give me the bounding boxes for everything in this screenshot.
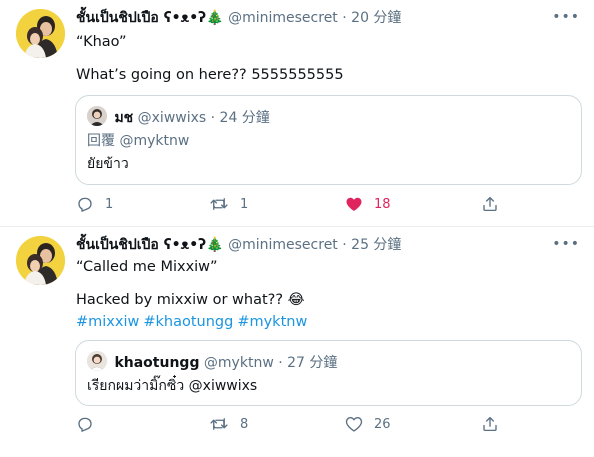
like-icon (345, 417, 363, 432)
quote-header: มช @xiwwixs · 24 分鐘 (87, 106, 270, 127)
share-icon (483, 196, 497, 212)
quote-avatar (87, 351, 107, 371)
avatar[interactable] (16, 236, 65, 285)
avatar[interactable] (16, 9, 65, 58)
quote-author-name: khaotungg (114, 355, 200, 371)
like-button[interactable]: 18 (345, 195, 391, 213)
tweet[interactable]: ชั้นเป็นชิปเปือ ʕ•ᴥ•ʔ🎄 @minimesecret · 2… (0, 0, 594, 227)
tweet-text-line: What’s going on here?? 5555555555 (76, 67, 344, 83)
author-name[interactable]: ชั้นเป็นชิปเปือ ʕ•ᴥ•ʔ🎄 (76, 237, 224, 253)
separator: · (278, 355, 283, 371)
author-handle[interactable]: @minimesecret (228, 10, 338, 26)
quote-header: khaotungg @myktnw · 27 分鐘 (87, 351, 337, 372)
tweet[interactable]: ชั้นเป็นชิปเปือ ʕ•ᴥ•ʔ🎄 @minimesecret · 2… (0, 227, 594, 457)
retweet-count: 1 (240, 196, 249, 212)
quote-author-name: มช (114, 110, 134, 126)
hashtag-link[interactable]: #khaotungg (143, 314, 233, 330)
quote-timestamp: 24 分鐘 (219, 110, 270, 126)
more-icon[interactable]: ••• (552, 235, 580, 253)
tweet-header: ชั้นเป็นชิปเปือ ʕ•ᴥ•ʔ🎄 @minimesecret · 2… (76, 9, 401, 27)
quote-author-handle: @xiwwixs (137, 110, 207, 126)
quote-avatar (87, 106, 107, 126)
share-button[interactable] (481, 415, 499, 433)
tweet-actions: 8 26 (76, 415, 506, 435)
retweet-icon (210, 418, 228, 430)
reply-icon (78, 197, 92, 212)
hashtag-link[interactable]: #mixxiw (76, 314, 139, 330)
tweet-actions: 1 1 18 (76, 195, 506, 215)
retweet-button[interactable]: 8 (209, 415, 248, 433)
separator: · (342, 237, 347, 253)
author-name[interactable]: ชั้นเป็นชิปเปือ ʕ•ᴥ•ʔ🎄 (76, 10, 224, 26)
more-icon[interactable]: ••• (552, 8, 580, 26)
like-count: 26 (374, 416, 391, 432)
share-icon (483, 416, 497, 432)
separator: · (342, 10, 347, 26)
retweet-count: 8 (240, 416, 249, 432)
reply-count: 1 (105, 196, 114, 212)
tweet-text-line: “Called me Mixxiw” (76, 259, 218, 275)
quote-text: เรียกผมว่ามิ๊กซิ๋ว @xiwwixs (87, 378, 258, 394)
like-icon (346, 197, 362, 211)
like-button[interactable]: 26 (345, 415, 391, 433)
timestamp[interactable]: 25 分鐘 (351, 237, 401, 253)
retweet-icon (210, 198, 228, 210)
hashtag-link[interactable]: #myktnw (237, 314, 307, 330)
hashtag-line: #mixxiw #khaotungg #myktnw (76, 312, 311, 332)
quote-reply-context: 回覆 @myktnw (87, 131, 189, 151)
reply-icon (78, 417, 92, 432)
author-handle[interactable]: @minimesecret (228, 237, 338, 253)
reply-prefix: 回覆 (87, 133, 115, 149)
share-button[interactable] (481, 195, 499, 213)
quote-timestamp: 27 分鐘 (287, 355, 338, 371)
quote-text: ยัยข้าว (87, 156, 129, 172)
tweet-text-line: Hacked by mixxiw or what?? 😂 (76, 292, 305, 308)
timestamp[interactable]: 20 分鐘 (351, 10, 401, 26)
reply-button[interactable] (76, 415, 105, 433)
separator: · (210, 110, 216, 126)
reply-mention[interactable]: @myktnw (119, 133, 189, 149)
quote-author-handle: @myktnw (203, 355, 274, 371)
quoted-tweet[interactable]: khaotungg @myktnw · 27 分鐘 เรียกผมว่ามิ๊ก… (75, 340, 582, 406)
quoted-tweet[interactable]: มช @xiwwixs · 24 分鐘 回覆 @myktnw ยัยข้าว (75, 95, 582, 185)
like-count: 18 (374, 196, 391, 212)
tweet-header: ชั้นเป็นชิปเปือ ʕ•ᴥ•ʔ🎄 @minimesecret · 2… (76, 236, 401, 254)
reply-button[interactable]: 1 (76, 195, 113, 213)
tweet-text-line: “Khao” (76, 34, 127, 50)
retweet-button[interactable]: 1 (209, 195, 248, 213)
